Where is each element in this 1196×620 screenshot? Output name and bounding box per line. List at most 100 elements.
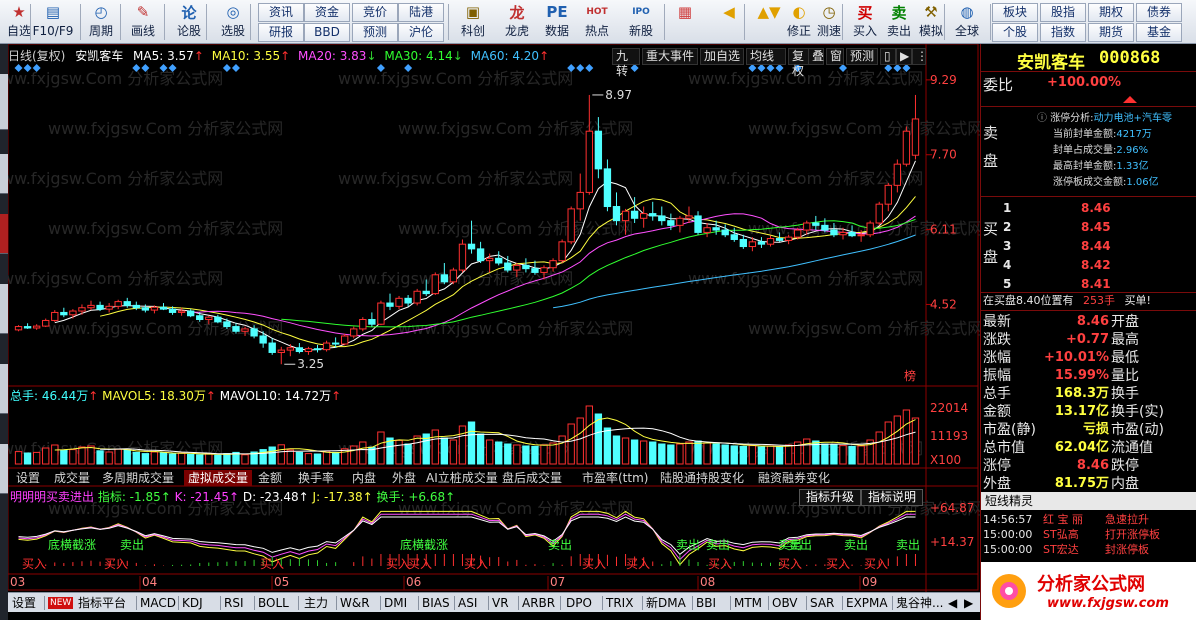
event-diamond-icon[interactable] bbox=[585, 64, 594, 72]
bid-row[interactable]: 3 8.44 bbox=[981, 237, 1196, 255]
side-tab-4[interactable] bbox=[0, 364, 8, 414]
quick-button-10[interactable]: 期权 bbox=[1088, 3, 1134, 22]
chart-menu-2[interactable]: 加自选 bbox=[700, 48, 744, 65]
candle[interactable] bbox=[295, 343, 304, 354]
bid-row[interactable]: 1 8.46 bbox=[981, 199, 1196, 217]
lock-icon[interactable]: ▯ bbox=[880, 48, 896, 65]
candle[interactable] bbox=[703, 223, 711, 238]
candle[interactable] bbox=[23, 323, 32, 329]
candle[interactable] bbox=[69, 309, 77, 319]
toolbar-windows-button[interactable]: ▦ bbox=[668, 2, 702, 42]
quick-button-0[interactable]: 资讯 bbox=[258, 3, 304, 22]
volume-tab-7[interactable]: 外盘 bbox=[388, 470, 420, 486]
indicator-tab-8[interactable]: W&R bbox=[340, 594, 370, 612]
candle[interactable] bbox=[32, 324, 41, 330]
toolbar-fix-button[interactable]: ◐ 修正 bbox=[782, 2, 816, 42]
billboard-marker[interactable]: 榜 bbox=[904, 368, 916, 383]
toolbar-sell-button[interactable]: 卖卖出 bbox=[882, 2, 916, 42]
indicator-tab-18[interactable]: MTM bbox=[734, 594, 762, 612]
volume-tab-10[interactable]: 市盈率(ttm) bbox=[578, 470, 652, 486]
candle[interactable] bbox=[268, 338, 276, 355]
candle[interactable] bbox=[105, 303, 113, 313]
indicator-tab-13[interactable]: ARBR bbox=[522, 594, 555, 612]
candle[interactable] bbox=[612, 192, 621, 226]
toolbar-globe-button[interactable]: ◍ 全球 bbox=[950, 2, 984, 42]
indicator-tab-22[interactable]: 鬼谷神... bbox=[896, 594, 943, 612]
candle[interactable] bbox=[558, 239, 566, 264]
chart-menu-1[interactable]: 重大事件 bbox=[642, 48, 698, 65]
candle[interactable] bbox=[712, 220, 720, 235]
candle[interactable] bbox=[458, 239, 467, 273]
candle[interactable] bbox=[495, 251, 503, 266]
candle[interactable] bbox=[51, 310, 59, 322]
volume-tab-3[interactable]: 虚拟成交量 bbox=[184, 470, 253, 486]
chart-menu-5[interactable]: 叠 bbox=[808, 48, 824, 65]
candle[interactable] bbox=[449, 267, 458, 285]
volume-tab-4[interactable]: 金额 bbox=[254, 470, 286, 486]
candle[interactable] bbox=[96, 301, 104, 312]
indicator-tab-14[interactable]: DPO bbox=[566, 594, 592, 612]
indicator-tab-12[interactable]: VR bbox=[492, 594, 509, 612]
chart-menu-7[interactable]: 预测 bbox=[846, 48, 878, 65]
indicator-upgrade-button[interactable]: 指标升级 bbox=[799, 489, 862, 506]
indicator-tab-5[interactable]: RSI bbox=[224, 594, 244, 612]
candle[interactable] bbox=[87, 300, 95, 311]
candle[interactable] bbox=[649, 201, 657, 221]
indicator-tab-7[interactable]: 主力 bbox=[304, 594, 328, 612]
quick-button-5[interactable]: BBD bbox=[304, 23, 350, 42]
volume-tab-8[interactable]: AI立桩成交量 bbox=[422, 470, 502, 486]
candle[interactable] bbox=[902, 126, 911, 167]
volume-tab-6[interactable]: 内盘 bbox=[348, 470, 380, 486]
toolbar-kechuang-button[interactable]: ▣ 科创 bbox=[456, 2, 490, 42]
volume-tab-0[interactable]: 设置 bbox=[12, 470, 44, 486]
short-elf-item[interactable]: 15:00:00 ST宏达 封涨停板 bbox=[981, 542, 1196, 557]
candle[interactable] bbox=[404, 295, 412, 307]
toolbar-file-button[interactable]: ▤ F10/F9 bbox=[33, 2, 74, 42]
indicator-tab-4[interactable]: KDJ bbox=[182, 594, 203, 612]
candle[interactable] bbox=[576, 173, 584, 221]
quick-button-2[interactable]: 竞价 bbox=[352, 3, 398, 22]
toolbar-back-arrow-button[interactable]: ◀ bbox=[712, 2, 746, 42]
chart-menu-3[interactable]: 均线 bbox=[746, 48, 786, 65]
candle[interactable] bbox=[875, 201, 883, 226]
volume-tab-1[interactable]: 成交量 bbox=[50, 470, 94, 486]
candle[interactable] bbox=[911, 94, 920, 160]
volume-tab-2[interactable]: 多周期成交量 bbox=[98, 470, 178, 486]
toolbar-clock-button[interactable]: ◴ 周期 bbox=[84, 2, 118, 42]
indicator-tab-9[interactable]: DMI bbox=[384, 594, 407, 612]
quick-button-4[interactable]: 研报 bbox=[258, 23, 304, 42]
short-elf-item[interactable]: 15:00:00 ST弘高 打开涨停板 bbox=[981, 527, 1196, 542]
indicator-help-button[interactable]: 指标说明 bbox=[861, 489, 924, 506]
candle[interactable] bbox=[304, 346, 313, 355]
quick-button-11[interactable]: 债券 bbox=[1136, 3, 1182, 22]
side-tab-active[interactable] bbox=[0, 214, 8, 254]
candle[interactable] bbox=[177, 307, 186, 316]
event-diamond-icon[interactable] bbox=[630, 64, 639, 72]
candle[interactable] bbox=[123, 297, 131, 308]
candle[interactable] bbox=[585, 94, 593, 195]
candle[interactable] bbox=[884, 182, 892, 212]
volume-tab-11[interactable]: 陆股通持股变化 bbox=[656, 470, 748, 486]
indicator-tab-0[interactable]: 设置 bbox=[12, 594, 36, 612]
indicator-tab-19[interactable]: OBV bbox=[772, 594, 798, 612]
bid-row[interactable]: 2 8.45 bbox=[981, 218, 1196, 236]
candle[interactable] bbox=[395, 295, 403, 310]
candle[interactable] bbox=[757, 237, 766, 248]
candle[interactable] bbox=[386, 293, 394, 311]
candle[interactable] bbox=[603, 159, 612, 212]
candle[interactable] bbox=[78, 304, 86, 315]
candle[interactable] bbox=[341, 333, 349, 346]
volume-tab-12[interactable]: 融资融券变化 bbox=[754, 470, 834, 486]
candle[interactable] bbox=[359, 317, 367, 332]
candle[interactable] bbox=[567, 206, 575, 245]
toolbar-hot-button[interactable]: HOT 热点 bbox=[580, 2, 614, 42]
toolbar-ipo-button[interactable]: IPO 新股 bbox=[624, 2, 658, 42]
candle[interactable] bbox=[431, 272, 439, 296]
candle[interactable] bbox=[141, 304, 150, 313]
side-tab-3[interactable] bbox=[0, 284, 8, 334]
candle[interactable] bbox=[658, 206, 666, 226]
toolbar-pen-button[interactable]: ✎ 画线 bbox=[126, 2, 160, 42]
candle[interactable] bbox=[114, 299, 122, 310]
indicator-tab-15[interactable]: TRIX bbox=[606, 594, 633, 612]
quick-button-3[interactable]: 陆港 bbox=[398, 3, 444, 22]
